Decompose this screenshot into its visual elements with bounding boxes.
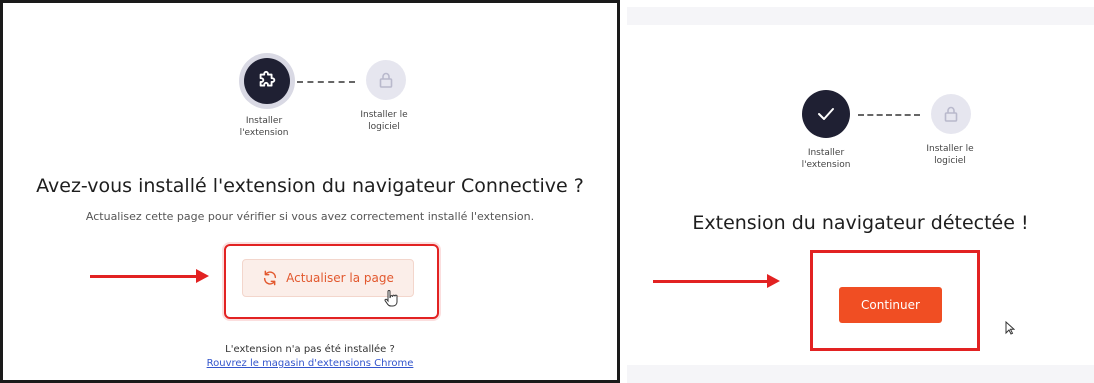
step-install-extension-label: Installer l'extension (801, 148, 851, 171)
step-connector (297, 81, 355, 83)
page-heading: Extension du navigateur détectée ! (692, 212, 1029, 234)
extension-not-installed-text: L'extension n'a pas été installée ? (225, 344, 395, 355)
step-install-extension-circle (802, 90, 850, 138)
step-install-extension-circle (244, 58, 290, 104)
step-install-extension-label: Installer l'extension (239, 116, 289, 139)
left-screenshot-panel: Installer l'extension Installer le logic… (0, 0, 620, 383)
hand-cursor-icon (384, 290, 398, 307)
chrome-store-link[interactable]: Rouvrez le magasin d'extensions Chrome (3, 358, 617, 369)
puzzle-icon (259, 70, 276, 87)
page-subtext: Actualisez cette page pour vérifier si v… (85, 210, 535, 223)
check-icon (818, 108, 834, 120)
step-install-software-circle (931, 94, 971, 134)
refresh-page-label: Actualiser la page (286, 271, 394, 285)
step-install-software-label: Installer le logiciel (926, 144, 974, 167)
step-install-software-label: Installer le logiciel (360, 110, 408, 133)
step-connector (858, 114, 920, 116)
right-screenshot-panel: Installer l'extension Installer le logic… (627, 7, 1094, 383)
pointer-cursor-icon (1005, 321, 1015, 335)
page-heading: Avez-vous installé l'extension du naviga… (36, 175, 584, 197)
lock-icon (944, 106, 958, 122)
step-install-software-circle (366, 60, 406, 100)
right-page-content: Installer l'extension Installer le logic… (627, 25, 1094, 365)
lock-icon (379, 72, 393, 88)
refresh-icon (264, 270, 277, 286)
continue-button[interactable]: Continuer (839, 287, 942, 323)
annotation-arrow (653, 274, 780, 288)
annotation-arrow (90, 269, 209, 283)
